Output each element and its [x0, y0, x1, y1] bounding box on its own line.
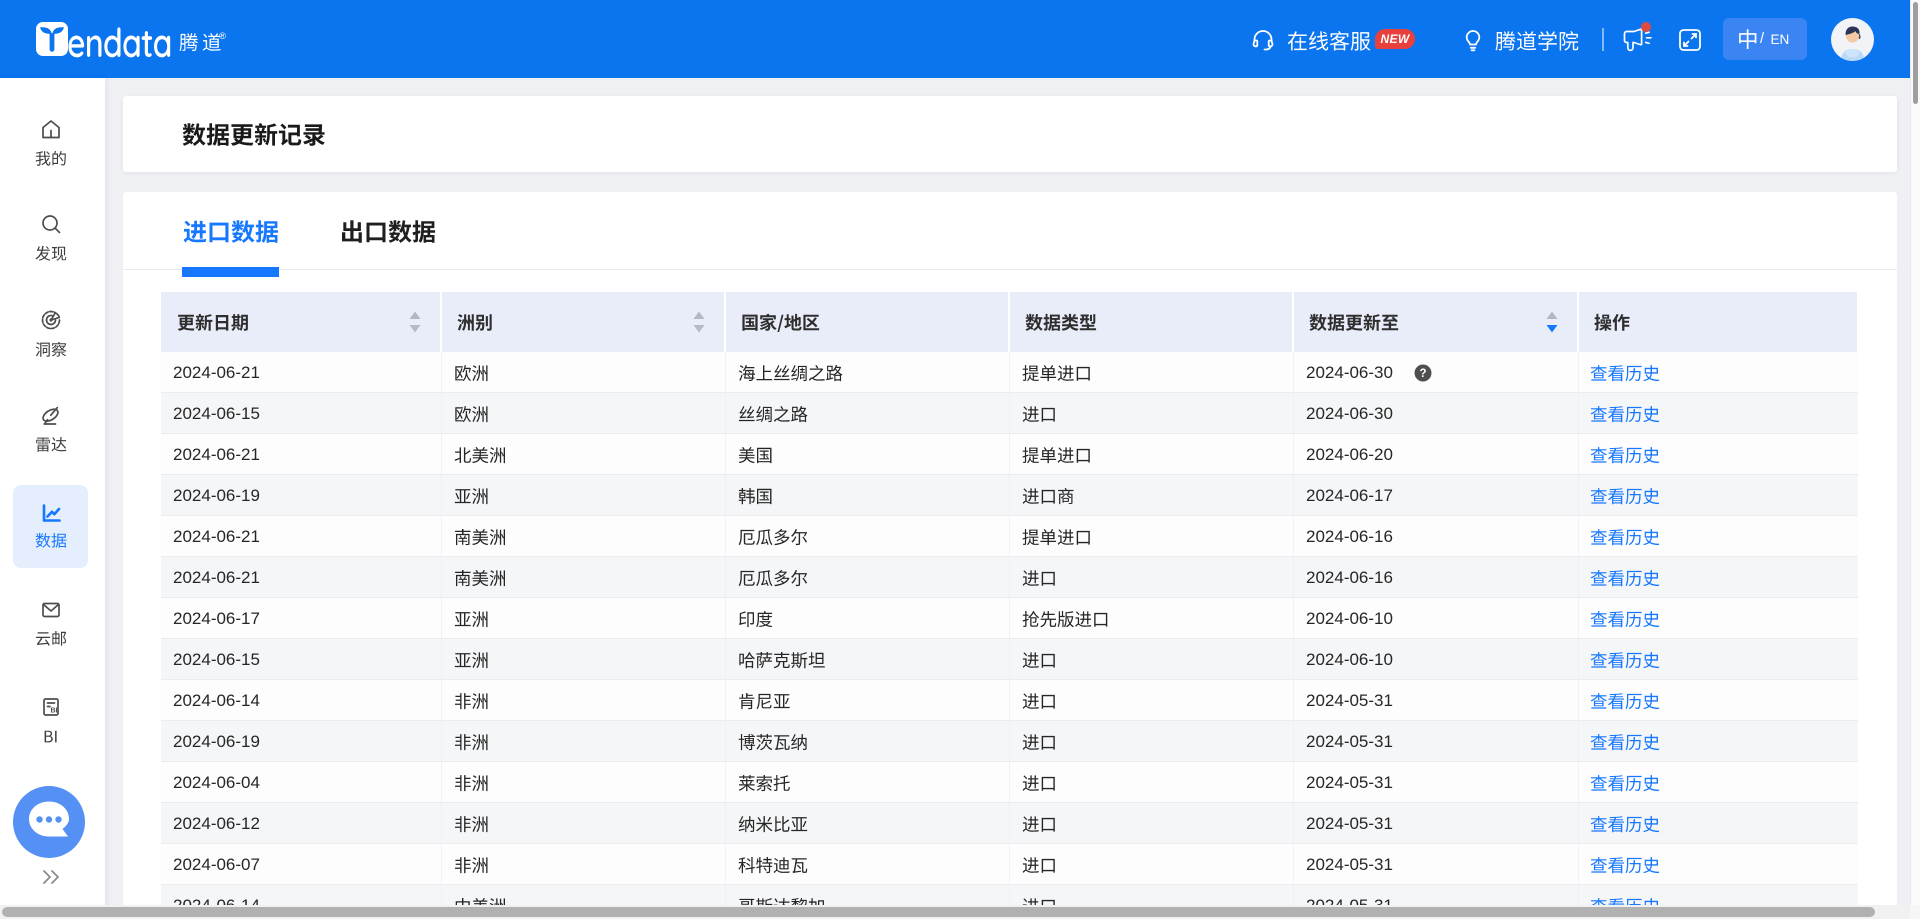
svg-text:BI: BI — [51, 708, 58, 715]
svg-text:?: ? — [1419, 368, 1426, 380]
